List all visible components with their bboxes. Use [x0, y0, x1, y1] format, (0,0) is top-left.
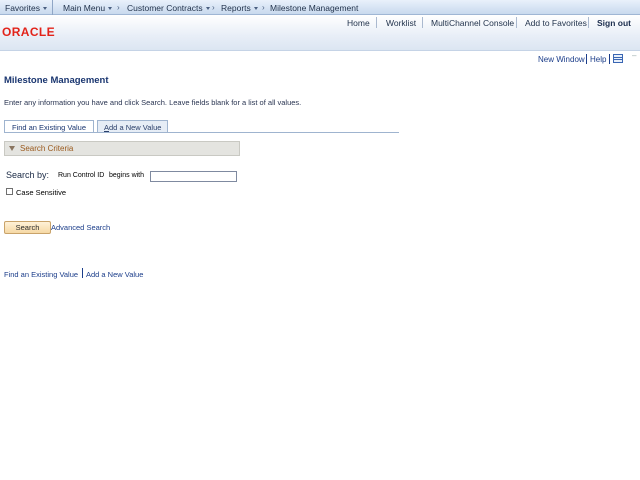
bottom-divider — [82, 268, 83, 278]
add-to-favorites-link[interactable]: Add to Favorites — [525, 18, 587, 28]
add-new-value-link[interactable]: Add a New Value — [86, 270, 143, 279]
multichannel-console-link[interactable]: MultiChannel Console — [431, 18, 514, 28]
run-control-id-label: Run Control ID — [58, 172, 105, 179]
help-link[interactable]: Help — [590, 55, 606, 64]
breadcrumb-chevron-icon: › — [262, 3, 265, 12]
sign-out-link[interactable]: Sign out — [597, 18, 631, 28]
operator-label: begins with — [109, 172, 145, 179]
oracle-logo: ORACLE — [2, 25, 56, 39]
case-sensitive-checkbox[interactable] — [6, 188, 13, 195]
breadcrumb-label: Reports — [221, 3, 251, 13]
favorites-label: Favorites — [5, 3, 40, 13]
breadcrumb-chevron-icon: › — [212, 3, 215, 12]
worklist-link[interactable]: Worklist — [386, 18, 416, 28]
find-existing-value-link[interactable]: Find an Existing Value — [4, 270, 78, 279]
search-by-label: Search by: — [6, 170, 50, 180]
chevron-down-icon — [42, 7, 47, 11]
nav-divider — [52, 0, 53, 15]
instructions-text: Enter any information you have and click… — [4, 98, 302, 107]
header-divider — [422, 17, 423, 28]
chevron-down-icon — [253, 7, 258, 11]
breadcrumb-milestone-management[interactable]: Milestone Management — [270, 3, 358, 13]
more-icon: – — [632, 51, 637, 60]
favorites-menu[interactable]: Favorites — [5, 3, 47, 13]
utility-divider — [586, 54, 587, 64]
header-divider — [376, 17, 377, 28]
search-criteria-header[interactable]: Search Criteria — [4, 141, 240, 156]
search-criteria-label: Search Criteria — [20, 144, 74, 153]
breadcrumb-customer-contracts[interactable]: Customer Contracts — [127, 3, 210, 13]
case-sensitive-label: Case Sensitive — [16, 188, 67, 197]
tab-label-rest: dd a New Value — [109, 123, 162, 132]
breadcrumb-label: Customer Contracts — [127, 3, 203, 13]
advanced-search-link[interactable]: Advanced Search — [51, 223, 110, 232]
main-menu[interactable]: Main Menu — [63, 3, 113, 13]
run-control-id-input[interactable] — [150, 171, 237, 182]
tab-divider-line — [4, 132, 399, 133]
main-menu-label: Main Menu — [63, 3, 106, 13]
home-link[interactable]: Home — [347, 18, 370, 28]
header-divider — [516, 17, 517, 28]
search-button[interactable]: Search — [4, 221, 51, 234]
header-divider — [588, 17, 589, 28]
chevron-down-icon — [205, 7, 210, 11]
collapse-triangle-icon[interactable] — [9, 146, 15, 151]
page-title: Milestone Management — [4, 75, 109, 86]
breadcrumb-chevron-icon: › — [117, 3, 120, 12]
utility-divider — [609, 54, 610, 64]
new-window-link[interactable]: New Window — [538, 55, 585, 64]
header: ORACLE Home Worklist MultiChannel Consol… — [0, 15, 640, 51]
chevron-down-icon — [108, 7, 113, 11]
breadcrumb-reports[interactable]: Reports — [221, 3, 258, 13]
top-nav-bar: Favorites Main Menu › Customer Contracts… — [0, 0, 640, 15]
customize-page-icon[interactable] — [613, 54, 623, 63]
